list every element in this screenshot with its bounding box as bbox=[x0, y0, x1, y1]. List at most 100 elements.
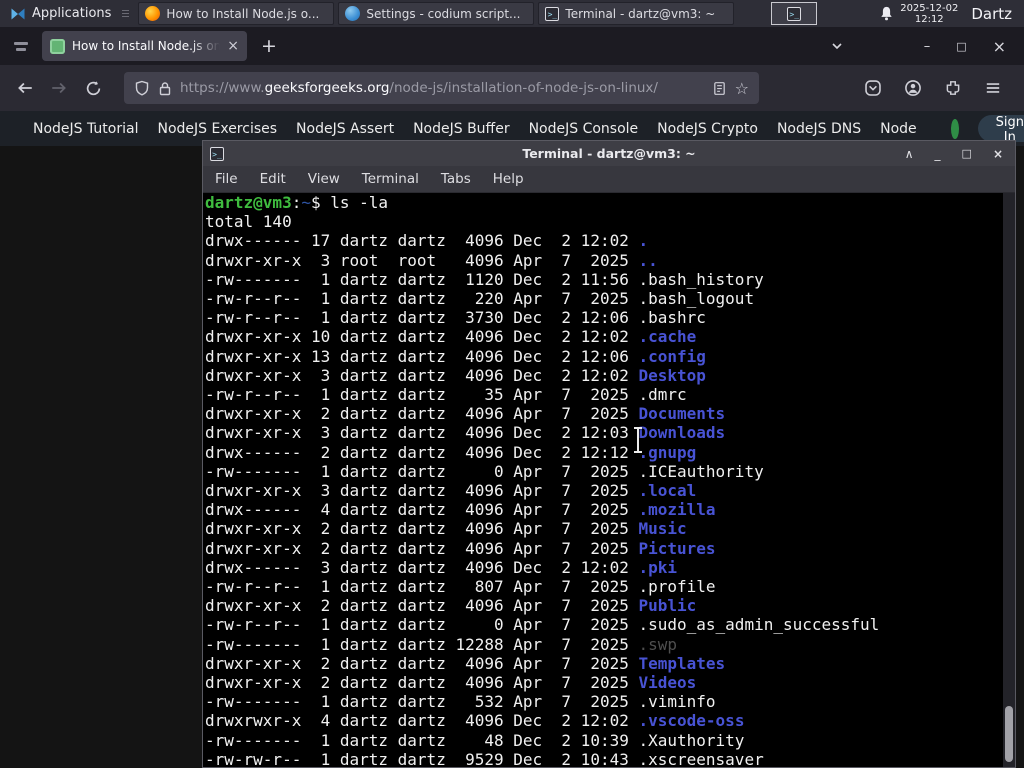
terminal-line: drwxr-xr-x 2 dartz dartz 4096 Apr 7 2025… bbox=[205, 404, 726, 424]
terminal-line: drwxr-xr-x 2 dartz dartz 4096 Apr 7 2025… bbox=[205, 673, 697, 693]
nav-link[interactable]: NodeJS Exercises bbox=[157, 121, 277, 137]
taskbar-window-button[interactable]: Settings - codium script... bbox=[338, 2, 535, 25]
terminal-line: dartz@vm3:~$ ls -la bbox=[205, 193, 389, 212]
pocket-icon[interactable] bbox=[864, 79, 882, 97]
vscodium-icon bbox=[345, 6, 361, 21]
terminal-scrollbar-thumb[interactable] bbox=[1005, 706, 1013, 762]
terminal-window-controls: ∧ _ □ × bbox=[905, 147, 1015, 161]
maximize-icon[interactable]: □ bbox=[956, 40, 966, 53]
tab-close-icon[interactable]: × bbox=[227, 39, 239, 53]
taskbar-window-button[interactable]: How to Install Node.js o... bbox=[138, 2, 335, 25]
workspace-pager[interactable]: >_ bbox=[771, 2, 818, 25]
reader-view-icon[interactable] bbox=[712, 81, 727, 96]
terminal-line: drwxr-xr-x 2 dartz dartz 4096 Apr 7 2025… bbox=[205, 538, 716, 558]
list-all-tabs-icon[interactable] bbox=[830, 39, 844, 53]
applications-menu-button[interactable]: Applications bbox=[6, 0, 115, 27]
clock-time: 12:12 bbox=[914, 13, 944, 25]
terminal-menu-view[interactable]: View bbox=[308, 171, 340, 187]
terminal-menu-help[interactable]: Help bbox=[493, 171, 524, 187]
nav-link[interactable]: NodeJS DNS bbox=[777, 121, 861, 137]
panel-clock[interactable]: 2025-12-02 12:12 bbox=[900, 3, 958, 25]
geeksforgeeks-favicon bbox=[50, 38, 65, 54]
nav-link[interactable]: NodeJS Console bbox=[529, 121, 639, 137]
terminal-line: drwx------ 3 dartz dartz 4096 Dec 2 12:0… bbox=[205, 557, 678, 577]
minimize-icon[interactable]: – bbox=[924, 39, 931, 54]
terminal-line: drwxr-xr-x 2 dartz dartz 4096 Apr 7 2025… bbox=[205, 653, 726, 673]
top-panel: Applications How to Install Node.js o...… bbox=[0, 0, 1024, 27]
extensions-icon[interactable] bbox=[944, 79, 962, 97]
terminal-title-bar[interactable]: >_ Terminal - dartz@vm3: ~ ∧ _ □ × bbox=[203, 141, 1015, 166]
firefox-view-icon[interactable] bbox=[8, 33, 34, 59]
url-text: https://www.geeksforgeeks.org/node-js/in… bbox=[180, 80, 704, 96]
tab-bar: How to Install Node.js on × + – □ × bbox=[0, 27, 1024, 65]
sign-in-button[interactable]: Sign In bbox=[977, 115, 1024, 145]
terminal-output[interactable]: dartz@vm3:~$ ls -la total 140 drwx------ 1… bbox=[203, 193, 1015, 767]
terminal-line: drwxr-xr-x 10 dartz dartz 4096 Dec 2 12:… bbox=[205, 327, 697, 347]
lock-icon[interactable] bbox=[158, 81, 172, 96]
terminal-line: drwxr-xr-x 3 dartz dartz 4096 Apr 7 2025… bbox=[205, 481, 697, 501]
taskbar-window-title: Terminal - dartz@vm3: ~ bbox=[565, 6, 716, 21]
terminal-line: -rw------- 1 dartz dartz 48 Dec 2 10:39 … bbox=[205, 730, 745, 750]
minimize-icon[interactable]: _ bbox=[935, 147, 941, 161]
menu-hamburger-icon[interactable] bbox=[984, 79, 1002, 97]
active-tab[interactable]: How to Install Node.js on × bbox=[42, 31, 247, 61]
terminal-content: dartz@vm3:~$ ls -la total 140 drwx------ 1… bbox=[203, 193, 1015, 767]
reload-button[interactable] bbox=[78, 73, 108, 103]
terminal-line: drwx------ 4 dartz dartz 4096 Apr 7 2025… bbox=[205, 500, 716, 520]
shield-icon[interactable] bbox=[134, 80, 150, 96]
taskbar: How to Install Node.js o... Settings - co… bbox=[138, 2, 735, 25]
terminal-line: drwxr-xr-x 3 dartz dartz 4096 Dec 2 12:0… bbox=[205, 423, 726, 443]
mouse-cursor-ibeam bbox=[632, 427, 644, 453]
back-button[interactable] bbox=[10, 73, 40, 103]
forward-icon bbox=[52, 82, 66, 94]
url-path: /node-js/installation-of-node-js-on-linu… bbox=[389, 80, 658, 96]
terminal-line: drwx------ 17 dartz dartz 4096 Dec 2 12:… bbox=[205, 231, 649, 251]
account-icon[interactable] bbox=[904, 79, 922, 97]
firefox-icon bbox=[145, 6, 161, 21]
new-tab-button[interactable]: + bbox=[255, 35, 283, 57]
forward-button[interactable] bbox=[44, 73, 74, 103]
applications-label: Applications bbox=[32, 6, 112, 21]
terminal-line: -rw------- 1 dartz dartz 12288 Apr 7 202… bbox=[205, 634, 678, 654]
terminal-scrollbar[interactable] bbox=[1003, 193, 1015, 767]
navigation-toolbar: https://www.geeksforgeeks.org/node-js/in… bbox=[0, 65, 1024, 111]
terminal-line: -rw------- 1 dartz dartz 532 Apr 7 2025 … bbox=[205, 692, 716, 712]
url-bar[interactable]: https://www.geeksforgeeks.org/node-js/in… bbox=[124, 72, 759, 104]
bookmark-star-icon[interactable]: ☆ bbox=[735, 79, 749, 98]
terminal-menu-tabs[interactable]: Tabs bbox=[441, 171, 471, 187]
terminal-line: drwxr-xr-x 3 root root 4096 Apr 7 2025 .… bbox=[205, 250, 658, 270]
terminal-menu-terminal[interactable]: Terminal bbox=[362, 171, 419, 187]
shade-icon[interactable]: ∧ bbox=[905, 147, 914, 161]
terminal-menu-file[interactable]: File bbox=[215, 171, 238, 187]
maximize-icon[interactable]: □ bbox=[962, 147, 972, 161]
terminal-line: -rw-r--r-- 1 dartz dartz 0 Apr 7 2025 .s… bbox=[205, 615, 880, 635]
nav-link[interactable]: NodeJS Crypto bbox=[657, 121, 758, 137]
terminal-line: -rw------- 1 dartz dartz 0 Apr 7 2025 .I… bbox=[205, 461, 764, 481]
close-icon[interactable]: × bbox=[993, 37, 1006, 56]
window-controls: – □ × bbox=[830, 37, 1016, 56]
terminal-line: drwxrwxr-x 4 dartz dartz 4096 Dec 2 12:0… bbox=[205, 711, 745, 731]
tab-title: How to Install Node.js on bbox=[72, 39, 221, 53]
nav-link[interactable]: NodeJS Assert bbox=[296, 121, 394, 137]
terminal-line: -rw-r--r-- 1 dartz dartz 220 Apr 7 2025 … bbox=[205, 289, 755, 309]
terminal-menu-edit[interactable]: Edit bbox=[260, 171, 286, 187]
panel-user-label[interactable]: Dartz bbox=[971, 5, 1012, 23]
close-icon[interactable]: × bbox=[993, 147, 1003, 161]
terminal-line: -rw-r--r-- 1 dartz dartz 807 Apr 7 2025 … bbox=[205, 577, 716, 597]
terminal-line: total 140 bbox=[205, 212, 292, 232]
toolbar-right-icons bbox=[864, 79, 1014, 97]
taskbar-window-title: Settings - codium script... bbox=[366, 6, 521, 21]
taskbar-window-button[interactable]: >_ Terminal - dartz@vm3: ~ bbox=[538, 2, 735, 25]
terminal-line: drwxr-xr-x 2 dartz dartz 4096 Apr 7 2025… bbox=[205, 596, 697, 616]
nav-link[interactable]: Node bbox=[880, 121, 917, 137]
geeksforgeeks-logo[interactable] bbox=[950, 118, 959, 139]
notification-bell-icon[interactable] bbox=[878, 5, 895, 22]
reload-icon bbox=[86, 80, 100, 95]
clock-date: 2025-12-02 bbox=[900, 2, 959, 14]
nav-link[interactable]: NodeJS Buffer bbox=[413, 121, 510, 137]
back-icon bbox=[18, 82, 32, 94]
nav-link[interactable]: NodeJS Tutorial bbox=[33, 121, 138, 137]
url-scheme: https://www. bbox=[180, 80, 265, 96]
terminal-line: drwxr-xr-x 3 dartz dartz 4096 Dec 2 12:0… bbox=[205, 365, 706, 385]
terminal-line: -rw-r--r-- 1 dartz dartz 35 Apr 7 2025 .… bbox=[205, 385, 687, 405]
